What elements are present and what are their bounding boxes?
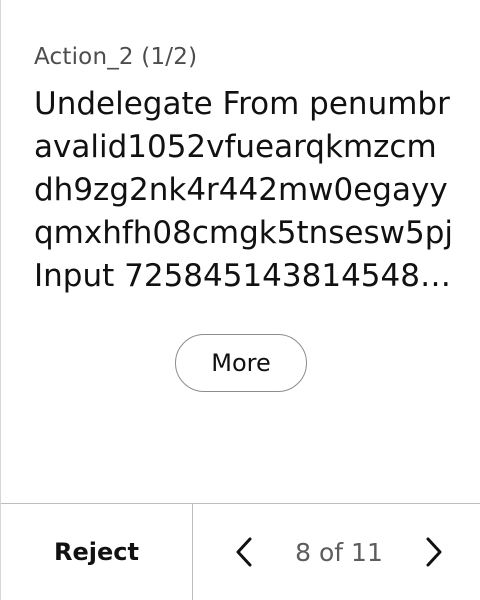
chevron-right-icon[interactable]: [421, 534, 447, 570]
more-button[interactable]: More: [175, 334, 307, 392]
page-indicator: 8 of 11: [295, 537, 383, 567]
action-description: Undelegate From penumbravalid1052vfuearq…: [34, 86, 454, 294]
more-button-container: More: [1, 334, 480, 392]
review-screen: Action_2 (1/2) Undelegate From penumbrav…: [0, 0, 480, 600]
chevron-left-icon[interactable]: [231, 534, 257, 570]
action-content: Action_2 (1/2) Undelegate From penumbrav…: [34, 42, 464, 298]
pagination: 8 of 11: [193, 504, 480, 600]
reject-button[interactable]: Reject: [42, 530, 151, 574]
footer-nav: Reject 8 of 11: [1, 503, 480, 600]
reject-area: Reject: [1, 504, 193, 600]
action-label: Action_2 (1/2): [34, 44, 198, 70]
